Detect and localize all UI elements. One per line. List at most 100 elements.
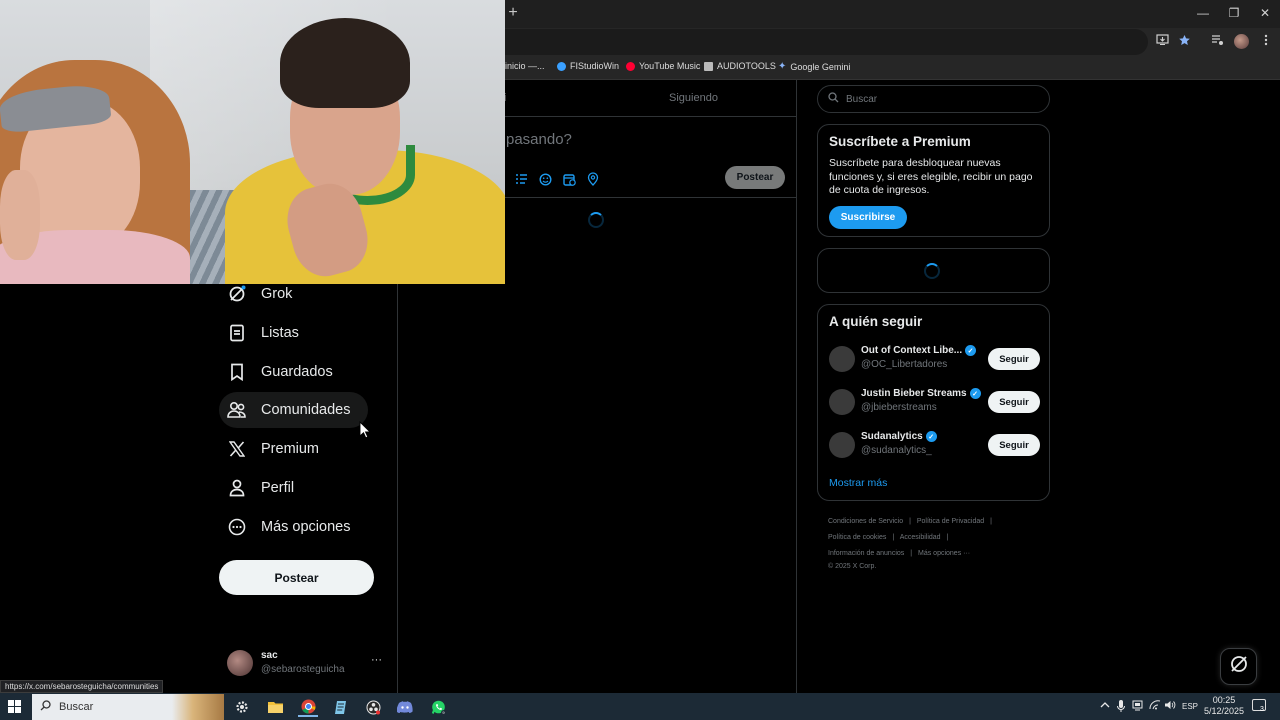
footer-link[interactable]: Accesibilidad [900,534,941,541]
nav-item-communities[interactable]: Comunidades [219,392,369,428]
discord-icon[interactable] [395,697,415,717]
footer-separator: | [990,518,992,525]
microphone-icon[interactable] [1117,700,1125,715]
language-indicator[interactable]: ESP [1182,702,1198,711]
bookmark-item[interactable]: YouTube Music [626,61,700,71]
footer-separator: | [910,550,913,557]
bookmark-item[interactable]: FIStudioWin [557,61,619,71]
nav-label: Perfil [261,480,295,496]
grok-icon [227,284,247,304]
premium-title: Suscríbete a Premium [829,134,971,149]
footer-link[interactable]: Más opciones ··· [918,550,970,557]
avatar [227,650,253,676]
follow-suggestion[interactable]: Out of Context Libe... ✓ @OC_Libertadores… [829,345,1040,375]
poll-icon[interactable] [513,171,529,187]
tab-following[interactable]: Siguiendo [669,92,718,104]
avatar [829,432,855,458]
footer-link[interactable]: Condiciones de Servicio [828,518,903,525]
show-more-link[interactable]: Mostrar más [829,477,887,489]
tray-overflow-icon[interactable] [1100,700,1110,713]
nav-item-lists[interactable]: Listas [219,315,317,351]
footer-links: Condiciones de Servicio | Política de Pr… [828,514,1050,572]
timeline-loading-spinner [588,212,604,228]
restore-button[interactable]: ❐ [1224,6,1244,20]
bookmark-item[interactable]: ✦ Google Gemini [778,61,850,72]
follow-suggestion[interactable]: Justin Bieber Streams ✓ @jbieberstreams S… [829,388,1040,418]
footer-link[interactable]: Política de cookies [828,534,886,541]
browser-profile-avatar[interactable] [1234,34,1249,49]
location-icon[interactable] [585,171,601,187]
compose-input[interactable]: pasando? [506,131,572,148]
browser-menu-icon[interactable] [1258,34,1274,49]
media-control-icon[interactable] [1209,34,1225,49]
nav-label: Premium [261,441,320,457]
settings-gear-icon[interactable] [232,697,252,717]
premium-card: Suscríbete a Premium Suscríbete para des… [817,124,1050,237]
install-app-icon[interactable] [1154,34,1170,49]
verified-badge-icon: ✓ [965,345,977,356]
nav-item-bookmarks[interactable]: Guardados [219,354,351,390]
follow-button[interactable]: Seguir [988,348,1040,370]
wifi-icon[interactable] [1149,700,1161,713]
search-input[interactable] [846,93,1036,105]
post-button[interactable]: Postear [219,560,374,595]
search-icon [828,90,839,108]
file-explorer-icon[interactable] [265,697,285,717]
schedule-icon[interactable] [561,171,577,187]
trends-loading-spinner [924,263,940,279]
volume-icon[interactable] [1164,700,1176,713]
search-icon [40,700,51,714]
minimize-button[interactable]: — [1193,6,1213,20]
bookmark-star-icon[interactable] [1176,34,1192,50]
follow-handle: @sudanalytics_ [861,445,932,456]
whatsapp-icon[interactable]: 9 [428,697,448,717]
nav-label: Listas [261,325,299,341]
follow-name: Sudanalytics [861,431,923,442]
grok-floating-button[interactable] [1220,648,1257,685]
account-switcher[interactable]: sac @sebarosteguicha ··· [227,648,387,680]
chrome-icon[interactable] [298,697,318,717]
mouse-cursor-icon [359,421,371,439]
footer-link[interactable]: Política de Privacidad [917,518,984,525]
bookmark-item[interactable]: inicio —... [505,61,545,71]
who-to-follow-card: A quién seguir Out of Context Libe... ✓ @… [817,304,1050,501]
new-tab-button[interactable]: + [506,4,520,22]
avatar [829,389,855,415]
verified-badge-icon: ✓ [969,388,981,399]
notepad-icon[interactable] [330,697,350,717]
account-more-icon[interactable]: ··· [371,654,382,666]
subscribe-button[interactable]: Suscribirse [829,206,907,229]
device-icon[interactable] [1132,700,1143,714]
footer-separator: | [946,534,949,541]
bookmark-icon [227,362,247,382]
taskbar-clock[interactable]: 00:25 5/12/2025 [1200,695,1248,717]
bookmark-favicon-icon [557,61,566,71]
compose-post-button[interactable]: Postear [725,166,785,189]
communities-icon [227,400,247,420]
taskbar-search[interactable]: Buscar [32,694,224,720]
column-divider [796,80,797,693]
webcam-overlay [0,0,505,284]
nav-label: Guardados [261,364,333,380]
nav-item-profile[interactable]: Perfil [219,470,312,506]
follow-name: Out of Context Libe... [861,345,963,356]
verified-badge-icon: ✓ [925,431,937,442]
nav-item-premium[interactable]: Premium [219,431,337,467]
search-bar[interactable] [817,85,1050,113]
follow-button[interactable]: Seguir [988,434,1040,456]
obs-studio-icon[interactable] [363,697,383,717]
nav-item-more-options[interactable]: Más opciones [219,509,368,545]
folder-icon [704,61,713,71]
windows-start-icon[interactable] [8,700,21,713]
follow-name: Justin Bieber Streams [861,388,967,399]
footer-separator: | [909,518,911,525]
premium-description: Suscríbete para desbloquear nuevas funci… [829,157,1033,196]
account-handle: @sebarosteguicha [261,664,345,675]
footer-link[interactable]: Información de anuncios [828,550,904,557]
follow-suggestion[interactable]: Sudanalytics ✓ @sudanalytics_ Seguir [829,431,1040,461]
bookmark-item[interactable]: AUDIOTOOLS [704,61,776,71]
follow-button[interactable]: Seguir [988,391,1040,413]
close-window-button[interactable]: ✕ [1255,6,1275,20]
compose-toolbar [513,171,601,187]
emoji-icon[interactable] [537,171,553,187]
